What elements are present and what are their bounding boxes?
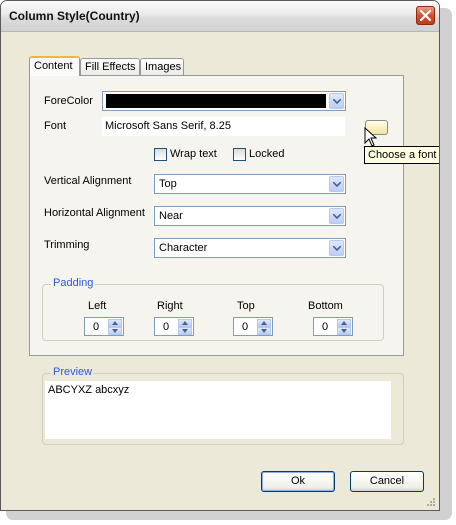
chevron-down-icon <box>333 99 341 104</box>
vertical-alignment-dropdown-button[interactable] <box>329 176 344 192</box>
forecolor-combo[interactable] <box>102 91 346 111</box>
size-grip-icon[interactable] <box>425 496 436 507</box>
trimming-label: Trimming <box>44 239 90 251</box>
font-label: Font <box>44 120 67 132</box>
tab-fill-effects-label: Fill Effects <box>85 61 136 73</box>
forecolor-label: ForeColor <box>44 95 93 107</box>
padding-bottom-spinner[interactable]: 0 <box>313 317 353 336</box>
padding-right-down-button[interactable] <box>178 327 192 335</box>
font-field: Microsoft Sans Serif, 8.25 <box>102 117 345 136</box>
locked-label: Locked <box>249 148 285 160</box>
close-icon <box>420 10 431 21</box>
preview-group-title: Preview <box>51 366 95 378</box>
content-tab-panel: ForeColor Font Microsoft Sans Serif, 8.2… <box>29 75 439 356</box>
padding-group-title: Padding <box>51 277 96 289</box>
horizontal-alignment-select[interactable]: Near <box>154 206 346 226</box>
padding-left-up-button[interactable] <box>108 319 122 327</box>
vertical-alignment-value: Top <box>159 178 177 190</box>
ok-button-label: Ok <box>290 475 306 487</box>
chevron-down-icon <box>333 182 341 187</box>
preview-area: ABCYXZ abcxyz <box>45 381 391 439</box>
window-title: Column Style(Country) <box>9 9 140 23</box>
horizontal-alignment-label: Horizontal Alignment <box>44 207 145 219</box>
padding-left-value: 0 <box>93 321 100 333</box>
padding-top-spinner[interactable]: 0 <box>233 317 273 336</box>
padding-left-label: Left <box>88 300 107 312</box>
padding-bottom-up-button[interactable] <box>337 319 351 327</box>
padding-group: Padding Left 0 Right 0 Top 0 Bottom 0 <box>42 277 384 341</box>
preview-text: ABCYXZ abcxyz <box>48 384 130 396</box>
padding-right-spinner[interactable]: 0 <box>154 317 194 336</box>
chevron-down-icon <box>333 214 341 219</box>
spin-down-icon <box>261 329 267 333</box>
tab-content[interactable]: Content <box>29 56 80 76</box>
choose-font-tooltip: Choose a font <box>364 146 439 164</box>
padding-right-label: Right <box>157 300 183 312</box>
title-bar[interactable]: Column Style(Country) <box>1 1 439 32</box>
spin-down-icon <box>182 329 188 333</box>
padding-top-up-button[interactable] <box>257 319 271 327</box>
padding-top-down-button[interactable] <box>257 327 271 335</box>
padding-left-spinner[interactable]: 0 <box>84 317 124 336</box>
tab-content-label: Content <box>34 60 73 72</box>
forecolor-swatch <box>106 94 326 108</box>
cancel-button[interactable]: Cancel <box>350 471 424 492</box>
wrap-text-label: Wrap text <box>170 148 217 160</box>
padding-top-label: Top <box>237 300 255 312</box>
padding-bottom-value: 0 <box>322 321 329 333</box>
padding-right-value: 0 <box>163 321 170 333</box>
spin-down-icon <box>341 329 347 333</box>
padding-bottom-down-button[interactable] <box>337 327 351 335</box>
font-value: Microsoft Sans Serif, 8.25 <box>105 120 231 132</box>
trimming-value: Character <box>159 242 208 254</box>
trimming-select[interactable]: Character <box>154 238 346 258</box>
padding-bottom-label: Bottom <box>308 300 343 312</box>
cancel-button-label: Cancel <box>369 475 405 487</box>
horizontal-alignment-dropdown-button[interactable] <box>329 208 344 224</box>
column-style-dialog: Column Style(Country) Content Fill Effec… <box>0 0 440 511</box>
pointer-cursor-icon <box>364 127 378 147</box>
ok-button[interactable]: Ok <box>261 471 335 492</box>
spin-up-icon <box>261 321 267 325</box>
preview-group: Preview ABCYXZ abcxyz <box>42 366 404 445</box>
choose-font-tooltip-text: Choose a font <box>368 149 437 161</box>
close-button[interactable] <box>416 6 435 25</box>
chevron-down-icon <box>333 246 341 251</box>
tab-images-label: Images <box>145 61 182 73</box>
forecolor-dropdown-button[interactable] <box>329 93 344 109</box>
spin-down-icon <box>112 329 118 333</box>
padding-left-down-button[interactable] <box>108 327 122 335</box>
spin-up-icon <box>112 321 118 325</box>
vertical-alignment-label: Vertical Alignment <box>44 175 132 187</box>
horizontal-alignment-value: Near <box>159 210 183 222</box>
trimming-dropdown-button[interactable] <box>329 240 344 256</box>
tab-images[interactable]: Images <box>140 58 184 75</box>
tab-fill-effects[interactable]: Fill Effects <box>80 58 140 75</box>
spin-up-icon <box>341 321 347 325</box>
spin-up-icon <box>182 321 188 325</box>
padding-top-value: 0 <box>242 321 249 333</box>
vertical-alignment-select[interactable]: Top <box>154 174 346 194</box>
wrap-text-checkbox[interactable] <box>154 148 167 161</box>
locked-checkbox[interactable] <box>233 148 246 161</box>
padding-right-up-button[interactable] <box>178 319 192 327</box>
